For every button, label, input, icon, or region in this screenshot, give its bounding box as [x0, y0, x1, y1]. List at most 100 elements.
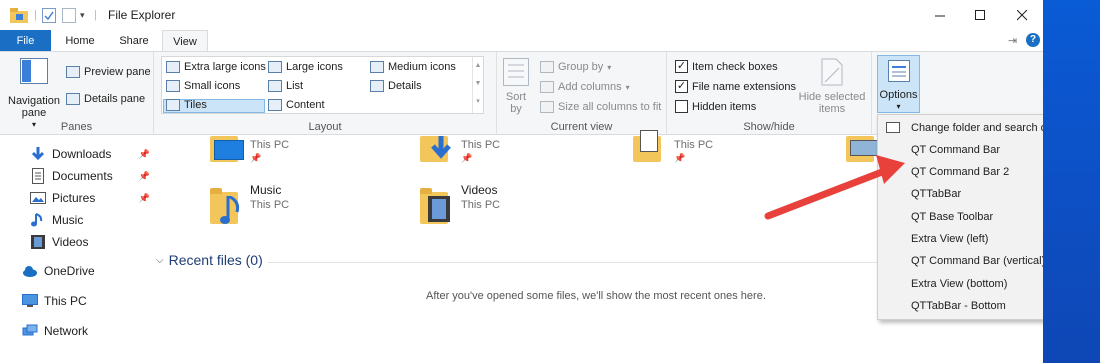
pin-ribbon-icon[interactable]: ⇥: [1008, 34, 1017, 47]
folder-location: This PC: [250, 139, 290, 151]
details-pane-label: Details pane: [84, 93, 146, 105]
music-folder-icon: [210, 188, 240, 224]
menu-item-label: QTTabBar: [911, 188, 962, 200]
details-pane-button[interactable]: Details pane: [66, 93, 145, 105]
layout-large-icons[interactable]: Large icons: [268, 61, 343, 73]
hide-selected-items-button[interactable]: Hide selected items: [797, 58, 867, 115]
sidebar-item-music[interactable]: Music: [30, 210, 158, 230]
video-icon: [31, 235, 45, 249]
sidebar-item-label: Pictures: [52, 191, 96, 205]
sort-by-button[interactable]: Sort by: [501, 58, 531, 115]
folder-location: This PC: [250, 199, 290, 211]
sidebar-item-this-pc[interactable]: This PC: [22, 291, 150, 311]
tab-file[interactable]: File: [0, 30, 51, 52]
downloads-folder-icon: [420, 132, 451, 162]
menu-item-qt-command-bar-vertical[interactable]: QT Command Bar (vertical): [878, 250, 1043, 272]
sidebar-item-onedrive[interactable]: OneDrive: [22, 261, 150, 281]
sidebar-item-pictures[interactable]: Pictures 📌: [30, 188, 158, 208]
menu-item-change-folder-options[interactable]: Change folder and search options: [878, 117, 1043, 139]
add-columns-icon: [540, 81, 554, 93]
options-icon: [886, 122, 900, 133]
properties-icon[interactable]: [42, 7, 56, 23]
folder-app-icon: [10, 7, 28, 23]
monitor-icon: [22, 294, 38, 307]
navigation-pane: Downloads 📌 Documents 📌 Pictures 📌 Music…: [0, 136, 150, 363]
menu-item-label: QT Command Bar (vertical): [911, 255, 1043, 267]
menu-item-qttabbar-bottom[interactable]: QTTabBar - Bottom: [878, 295, 1043, 317]
folder-name: Music: [250, 183, 282, 197]
layout-details[interactable]: Details: [370, 80, 422, 92]
menu-item-extra-view-left[interactable]: Extra View (left): [878, 228, 1043, 250]
tab-home[interactable]: Home: [56, 30, 104, 52]
hidden-items-label: Hidden items: [692, 100, 757, 113]
help-icon[interactable]: ?: [1026, 33, 1040, 47]
quick-access-dropdown-icon[interactable]: ▾: [80, 7, 85, 23]
pin-icon: 📌: [138, 192, 150, 203]
navigation-pane-icon: [20, 58, 48, 84]
separator: |: [34, 9, 37, 21]
menu-item-label: QT Base Toolbar: [911, 211, 994, 223]
cloud-icon: [23, 266, 37, 277]
layout-extra-large-icons[interactable]: Extra large icons: [166, 61, 266, 73]
layout-gallery-scroller[interactable]: ▲ ▼ ▾: [472, 57, 483, 113]
recent-files-header[interactable]: ⌵ Recent files (0): [156, 252, 263, 268]
layout-option-label: List: [286, 80, 304, 92]
pictures-folder-icon: [846, 132, 880, 162]
tiles-icon: [166, 99, 180, 111]
sidebar-item-network[interactable]: Network: [22, 321, 150, 341]
options-dropdown-menu: Change folder and search options QT Comm…: [877, 114, 1043, 320]
item-check-boxes-toggle[interactable]: ✓ Item check boxes: [675, 60, 778, 73]
layout-medium-icons[interactable]: Medium icons: [370, 61, 456, 73]
folder-name: Videos: [461, 183, 498, 197]
preview-pane-icon: [66, 66, 80, 78]
sidebar-item-downloads[interactable]: Downloads 📌: [30, 144, 158, 164]
size-columns-icon: [540, 101, 554, 113]
layout-option-label: Large icons: [286, 61, 343, 73]
checkbox-checked[interactable]: ✓: [675, 80, 688, 93]
sidebar-item-label: Downloads: [52, 147, 112, 161]
pin-icon: 📌: [674, 153, 686, 163]
layout-list[interactable]: List: [268, 80, 303, 92]
tab-view[interactable]: View: [162, 30, 208, 52]
checkbox-unchecked[interactable]: [675, 100, 688, 113]
sidebar-item-videos[interactable]: Videos: [30, 232, 158, 252]
layout-tiles[interactable]: Tiles: [166, 99, 207, 111]
menu-item-qt-command-bar[interactable]: QT Command Bar: [878, 139, 1043, 161]
recent-files-empty-message: After you've opened some files, we'll sh…: [426, 290, 766, 302]
menu-item-label: Change folder and search options: [911, 122, 1043, 134]
sidebar-item-documents[interactable]: Documents 📌: [30, 166, 158, 186]
preview-pane-button[interactable]: Preview pane: [66, 66, 151, 78]
hidden-items-toggle[interactable]: Hidden items: [675, 100, 756, 113]
sidebar-item-label: This PC: [44, 294, 87, 308]
separator: |: [94, 9, 97, 21]
file-explorer-window: | ▾ | File Explorer File Home Share View…: [0, 0, 1043, 363]
close-button[interactable]: [999, 0, 1043, 30]
checkbox-checked[interactable]: ✓: [675, 60, 688, 73]
menu-item-qttabbar[interactable]: QTTabBar: [878, 183, 1043, 205]
size-all-columns-label: Size all columns to fit: [558, 101, 662, 113]
layout-small-icons[interactable]: Small icons: [166, 80, 240, 92]
add-columns-button[interactable]: Add columns ▾: [540, 81, 630, 93]
list-icon: [268, 80, 282, 92]
file-name-extensions-toggle[interactable]: ✓ File name extensions: [675, 80, 796, 93]
menu-item-qt-command-bar-2[interactable]: QT Command Bar 2: [878, 161, 1043, 183]
recent-files-label: Recent files (0): [168, 252, 263, 268]
folder-location: This PC: [461, 199, 501, 211]
menu-item-qt-base-toolbar[interactable]: QT Base Toolbar: [878, 206, 1043, 228]
maximize-button[interactable]: [957, 0, 1003, 30]
group-by-button[interactable]: Group by ▾: [540, 61, 611, 73]
documents-folder-icon: [633, 130, 661, 162]
layout-option-label: Tiles: [184, 99, 207, 111]
ribbon-tab-bar: File Home Share View ⇥ ?: [0, 30, 1043, 52]
options-button[interactable]: Options ▾: [877, 55, 920, 113]
size-all-columns-button[interactable]: Size all columns to fit: [540, 101, 661, 113]
folder-location: This PC: [674, 139, 714, 151]
title-bar: | ▾ | File Explorer: [0, 0, 1043, 30]
tab-share[interactable]: Share: [110, 30, 158, 52]
folder-location: This PC: [461, 139, 501, 151]
layout-content[interactable]: Content: [268, 99, 325, 111]
new-folder-icon[interactable]: [62, 7, 76, 23]
desktop-folder-icon: [210, 132, 244, 162]
sidebar-item-label: Music: [52, 213, 84, 227]
menu-item-extra-view-bottom[interactable]: Extra View (bottom): [878, 273, 1043, 295]
